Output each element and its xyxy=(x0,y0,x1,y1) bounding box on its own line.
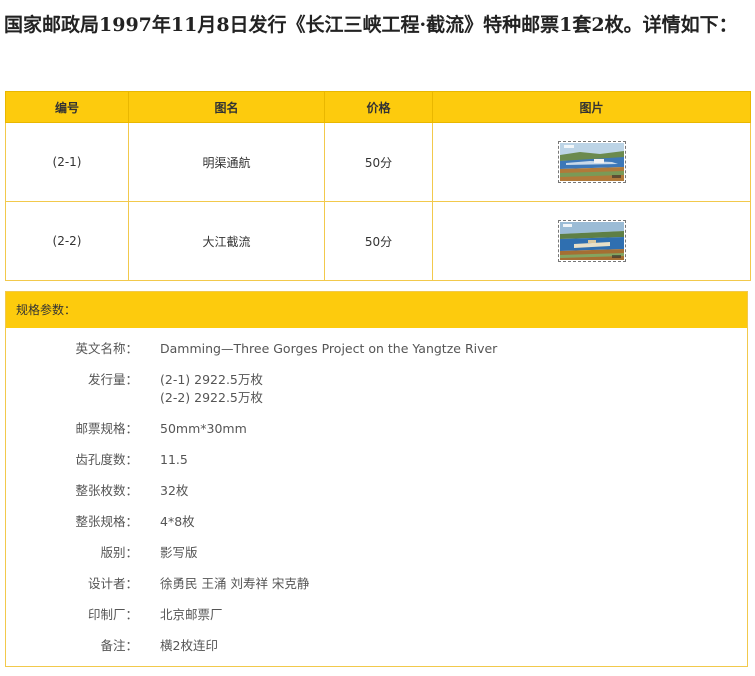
spec-value: 32枚 xyxy=(160,483,189,498)
stamp-number: (2-2) xyxy=(5,201,129,281)
spec-row-designers: 设计者： 徐勇民 王涌 刘寿祥 宋克静 xyxy=(6,575,747,593)
spec-row-sheet-count: 整张枚数： 32枚 xyxy=(6,482,747,500)
spec-row-print-method: 版别： 影写版 xyxy=(6,544,747,562)
spec-label: 整张规格： xyxy=(75,514,138,529)
header-price: 价格 xyxy=(324,91,433,123)
stamp-table: 编号 图名 价格 图片 (2-1) 明渠通航 50分 (2-2) 大江截流 50… xyxy=(5,91,751,281)
spec-value: 11.5 xyxy=(160,452,188,467)
stamp-image-cell xyxy=(432,201,751,281)
spec-label: 备注： xyxy=(100,638,138,653)
stamp-price: 50分 xyxy=(324,122,433,202)
spec-label: 邮票规格： xyxy=(75,421,138,436)
table-row: (2-1) 明渠通航 50分 xyxy=(5,122,751,202)
intro-text: 国家邮政局1997年11月8日发行《长江三峡工程·截流》特种邮票1套2枚。详情如… xyxy=(4,14,738,36)
table-header-row: 编号 图名 价格 图片 xyxy=(5,91,751,123)
stamp-image-damming xyxy=(559,222,624,260)
circulation-value-1: (2-1) 2922.5万枚 xyxy=(160,372,263,387)
spec-row-stamp-size: 邮票规格： 50mm*30mm xyxy=(6,420,747,438)
spec-row-english-name: 英文名称： Damming—Three Gorges Project on th… xyxy=(6,340,747,358)
spec-row-sheet-layout: 整张规格： 4*8枚 xyxy=(6,513,747,531)
stamp-price: 50分 xyxy=(324,201,433,281)
spec-value: 徐勇民 王涌 刘寿祥 宋克静 xyxy=(160,576,310,591)
stamp-name: 明渠通航 xyxy=(128,122,325,202)
spec-value: (2-1) 2922.5万枚 (2-2) 2922.5万枚 xyxy=(160,371,263,407)
stamp-image-canal xyxy=(559,143,624,181)
specs-title: 规格参数： xyxy=(6,292,747,328)
stamp-name: 大江截流 xyxy=(128,201,325,281)
spec-row-circulation: 发行量： (2-1) 2922.5万枚 (2-2) 2922.5万枚 xyxy=(6,371,747,407)
header-name: 图名 xyxy=(128,91,325,123)
table-row: (2-2) 大江截流 50分 xyxy=(5,201,751,281)
spec-label: 发行量： xyxy=(87,372,138,387)
stamp-image[interactable] xyxy=(557,220,626,262)
stamp-image-cell xyxy=(432,122,751,202)
spec-label: 印制厂： xyxy=(87,607,138,622)
spec-value: 影写版 xyxy=(160,545,198,560)
spec-label: 齿孔度数： xyxy=(75,452,138,467)
header-number: 编号 xyxy=(5,91,129,123)
stamp-number: (2-1) xyxy=(5,122,129,202)
stamp-image[interactable] xyxy=(557,141,626,183)
spec-label: 版别： xyxy=(100,545,138,560)
spec-value: 4*8枚 xyxy=(160,514,195,529)
spec-row-remarks: 备注： 横2枚连印 xyxy=(6,637,747,655)
spec-value: Damming—Three Gorges Project on the Yang… xyxy=(160,341,498,356)
spec-row-perforation: 齿孔度数： 11.5 xyxy=(6,451,747,469)
specs-panel: 规格参数： 英文名称： Damming—Three Gorges Project… xyxy=(5,291,748,667)
spec-value: 北京邮票厂 xyxy=(160,607,223,622)
spec-label: 英文名称： xyxy=(75,341,138,356)
circulation-value-2: (2-2) 2922.5万枚 xyxy=(160,390,263,405)
spec-label: 设计者： xyxy=(87,576,138,591)
header-image: 图片 xyxy=(432,91,751,123)
spec-row-printer: 印制厂： 北京邮票厂 xyxy=(6,606,747,624)
spec-value: 横2枚连印 xyxy=(160,638,218,653)
spec-value: 50mm*30mm xyxy=(160,421,247,436)
spec-label: 整张枚数： xyxy=(75,483,138,498)
